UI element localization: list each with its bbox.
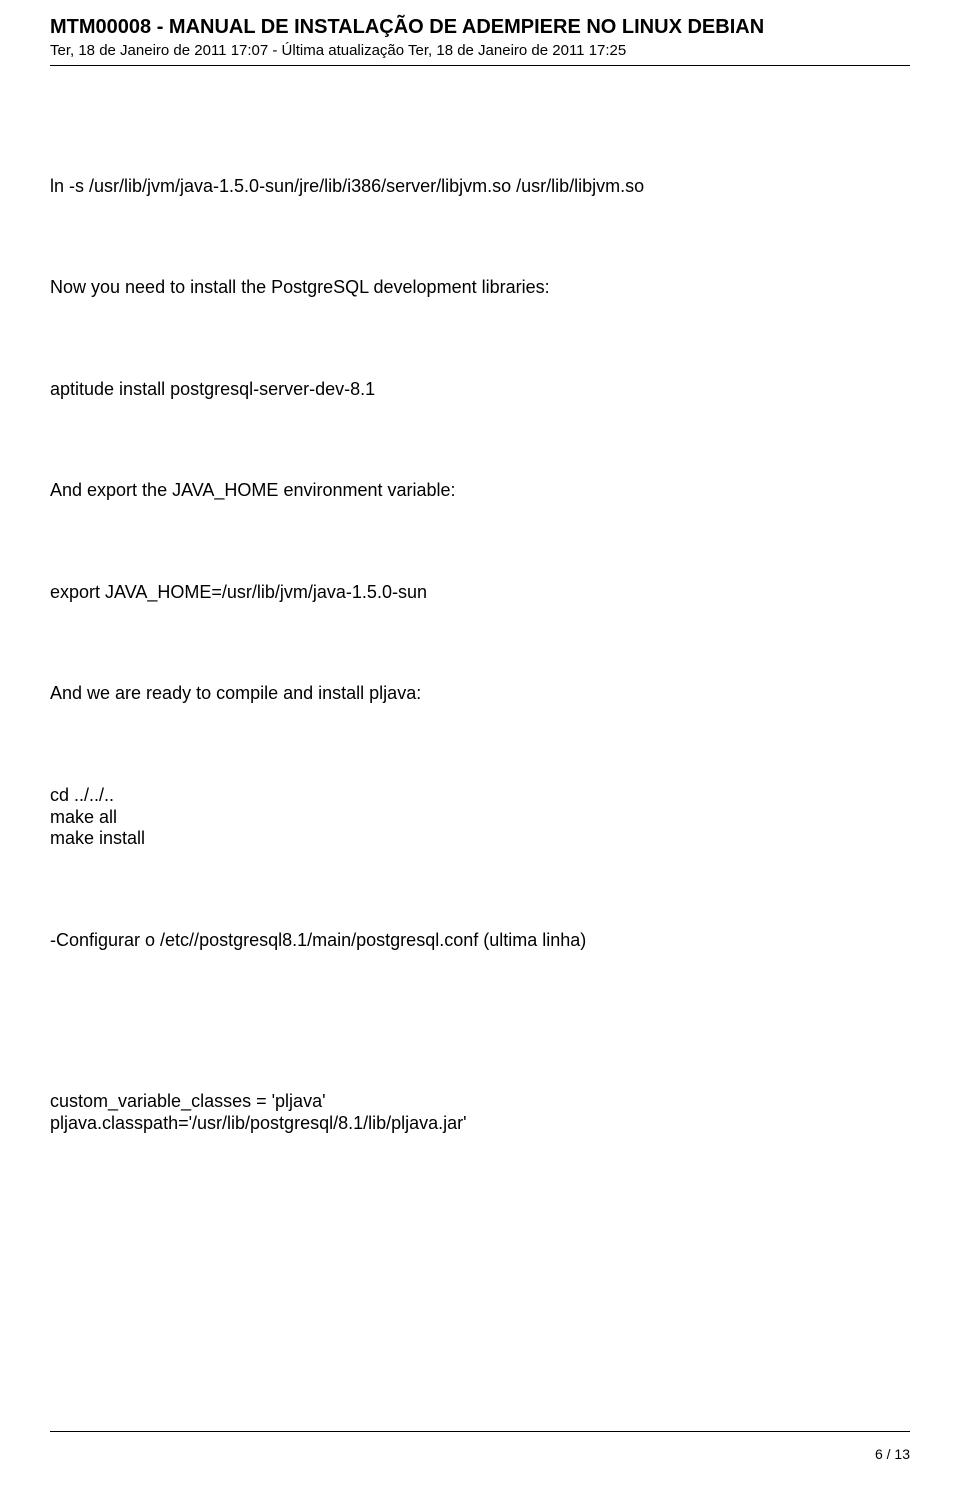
body-line: Now you need to install the PostgreSQL d…: [50, 277, 910, 299]
document-page: MTM00008 - MANUAL DE INSTALAÇÃO DE ADEMP…: [0, 0, 960, 1490]
body-line: export JAVA_HOME=/usr/lib/jvm/java-1.5.0…: [50, 582, 910, 604]
footer-divider: [50, 1431, 910, 1432]
body-line: And we are ready to compile and install …: [50, 683, 910, 705]
body-line: make install: [50, 828, 910, 850]
page-number: 6 / 13: [875, 1446, 910, 1462]
body-line: ln -s /usr/lib/jvm/java-1.5.0-sun/jre/li…: [50, 176, 910, 198]
doc-title: MTM00008 - MANUAL DE INSTALAÇÃO DE ADEMP…: [50, 15, 910, 39]
page-header: MTM00008 - MANUAL DE INSTALAÇÃO DE ADEMP…: [50, 15, 910, 66]
body-line: -Configurar o /etc//postgresql8.1/main/p…: [50, 930, 910, 952]
body-line: And export the JAVA_HOME environment var…: [50, 480, 910, 502]
body-line: make all: [50, 807, 910, 829]
body-line: custom_variable_classes = 'pljava': [50, 1091, 910, 1113]
body-block: cd ../../.. make all make install: [50, 785, 910, 850]
body-line: pljava.classpath='/usr/lib/postgresql/8.…: [50, 1113, 910, 1135]
header-divider: [50, 65, 910, 66]
doc-body: ln -s /usr/lib/jvm/java-1.5.0-sun/jre/li…: [50, 176, 910, 1135]
body-block: custom_variable_classes = 'pljava' pljav…: [50, 1091, 910, 1134]
doc-dates: Ter, 18 de Janeiro de 2011 17:07 - Últim…: [50, 41, 910, 61]
body-line: cd ../../..: [50, 785, 910, 807]
body-line: aptitude install postgresql-server-dev-8…: [50, 379, 910, 401]
